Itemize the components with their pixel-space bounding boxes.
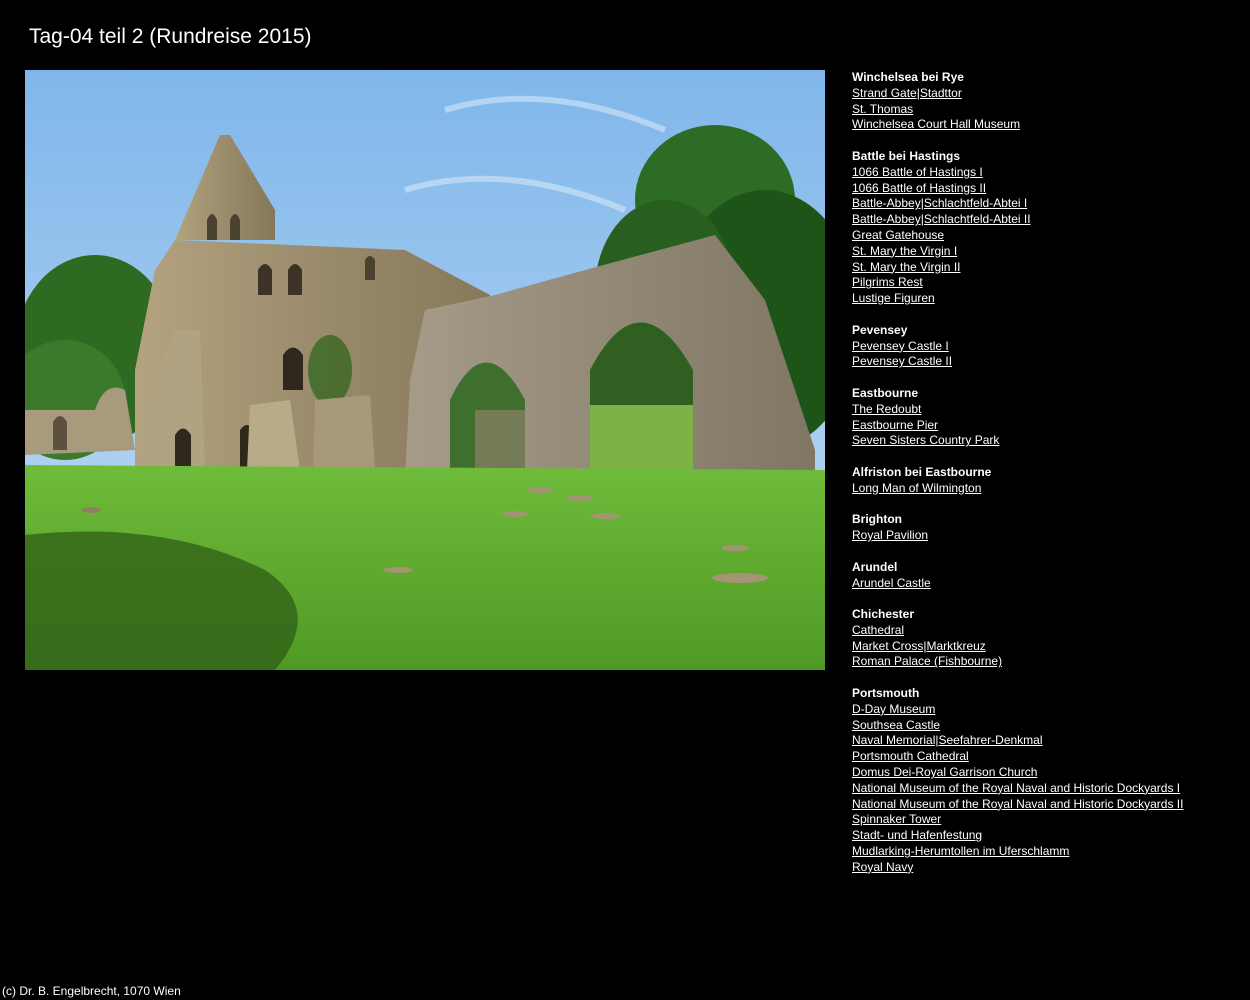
nav-link[interactable]: Spinnaker Tower	[852, 812, 1242, 828]
nav-link[interactable]: St. Mary the Virgin I	[852, 244, 1242, 260]
nav-heading: Eastbourne	[852, 385, 919, 400]
nav-heading: Alfriston bei Eastbourne	[852, 464, 992, 479]
abbey-ruins-photo[interactable]	[25, 70, 825, 670]
nav-link[interactable]: Battle-Abbey|Schlachtfeld-Abtei II	[852, 212, 1242, 228]
nav-link[interactable]: St. Mary the Virgin II	[852, 260, 1242, 276]
nav-group-chichester: Chichester Cathedral Market Cross|Marktk…	[852, 607, 1242, 670]
nav-group-portsmouth: Portsmouth D-Day Museum Southsea Castle …	[852, 686, 1242, 876]
nav-link[interactable]: Long Man of Wilmington	[852, 481, 1242, 497]
nav-link[interactable]: Eastbourne Pier	[852, 418, 1242, 434]
nav-link[interactable]: D-Day Museum	[852, 702, 1242, 718]
nav-link[interactable]: Great Gatehouse	[852, 228, 1242, 244]
nav-heading: Chichester	[852, 607, 915, 622]
nav-link[interactable]: Arundel Castle	[852, 576, 1242, 592]
nav-link[interactable]: Domus Dei-Royal Garrison Church	[852, 765, 1242, 781]
nav-link[interactable]: Roman Palace (Fishbourne)	[852, 654, 1242, 670]
nav-link[interactable]: Naval Memorial|Seefahrer-Denkmal	[852, 733, 1242, 749]
copyright-footer: (c) Dr. B. Engelbrecht, 1070 Wien	[2, 984, 181, 998]
nav-link[interactable]: Royal Pavilion	[852, 528, 1242, 544]
nav-heading: Pevensey	[852, 322, 908, 337]
nav-group-brighton: Brighton Royal Pavilion	[852, 512, 1242, 544]
nav-link[interactable]: Strand Gate|Stadttor	[852, 86, 1242, 102]
nav-link[interactable]: Pilgrims Rest	[852, 275, 1242, 291]
nav-heading: Brighton	[852, 512, 902, 527]
nav-heading: Battle bei Hastings	[852, 148, 961, 163]
nav-link[interactable]: Lustige Figuren	[852, 291, 1242, 307]
nav-group-eastbourne: Eastbourne The Redoubt Eastbourne Pier S…	[852, 386, 1242, 449]
nav-link[interactable]: Pevensey Castle I	[852, 339, 1242, 355]
nav-link[interactable]: Pevensey Castle II	[852, 354, 1242, 370]
nav-heading: Portsmouth	[852, 686, 920, 701]
nav-heading: Arundel	[852, 559, 898, 574]
page: Tag-04 teil 2 (Rundreise 2015) Winchelse…	[0, 0, 1250, 1000]
nav-link[interactable]: Seven Sisters Country Park	[852, 433, 1242, 449]
nav-link[interactable]: 1066 Battle of Hastings I	[852, 165, 1242, 181]
nav-group-alfriston: Alfriston bei Eastbourne Long Man of Wil…	[852, 465, 1242, 497]
nav-group-battle: Battle bei Hastings 1066 Battle of Hasti…	[852, 149, 1242, 307]
nav-link[interactable]: The Redoubt	[852, 402, 1242, 418]
nav-link[interactable]: Cathedral	[852, 623, 1242, 639]
nav-group-pevensey: Pevensey Pevensey Castle I Pevensey Cast…	[852, 323, 1242, 370]
nav-heading: Winchelsea bei Rye	[852, 70, 964, 84]
nav-link[interactable]: Portsmouth Cathedral	[852, 749, 1242, 765]
nav-link[interactable]: Market Cross|Marktkreuz	[852, 639, 1242, 655]
nav-link[interactable]: Mudlarking-Herumtollen im Uferschlamm	[852, 844, 1242, 860]
nav-link[interactable]: Battle-Abbey|Schlachtfeld-Abtei I	[852, 196, 1242, 212]
nav-link[interactable]: St. Thomas	[852, 102, 1242, 118]
nav-link[interactable]: 1066 Battle of Hastings II	[852, 181, 1242, 197]
nav-group-winchelsea: Winchelsea bei Rye Strand Gate|Stadttor …	[852, 70, 1242, 133]
nav-group-arundel: Arundel Arundel Castle	[852, 560, 1242, 592]
nav-link[interactable]: Southsea Castle	[852, 718, 1242, 734]
page-title: Tag-04 teil 2 (Rundreise 2015)	[29, 25, 312, 48]
nav-link[interactable]: Stadt- und Hafenfestung	[852, 828, 1242, 844]
nav-link[interactable]: National Museum of the Royal Naval and H…	[852, 797, 1242, 813]
nav-link[interactable]: Royal Navy	[852, 860, 1242, 876]
nav-link[interactable]: National Museum of the Royal Naval and H…	[852, 781, 1242, 797]
nav-link[interactable]: Winchelsea Court Hall Museum	[852, 117, 1242, 133]
sidebar-nav: Winchelsea bei Rye Strand Gate|Stadttor …	[852, 70, 1242, 891]
